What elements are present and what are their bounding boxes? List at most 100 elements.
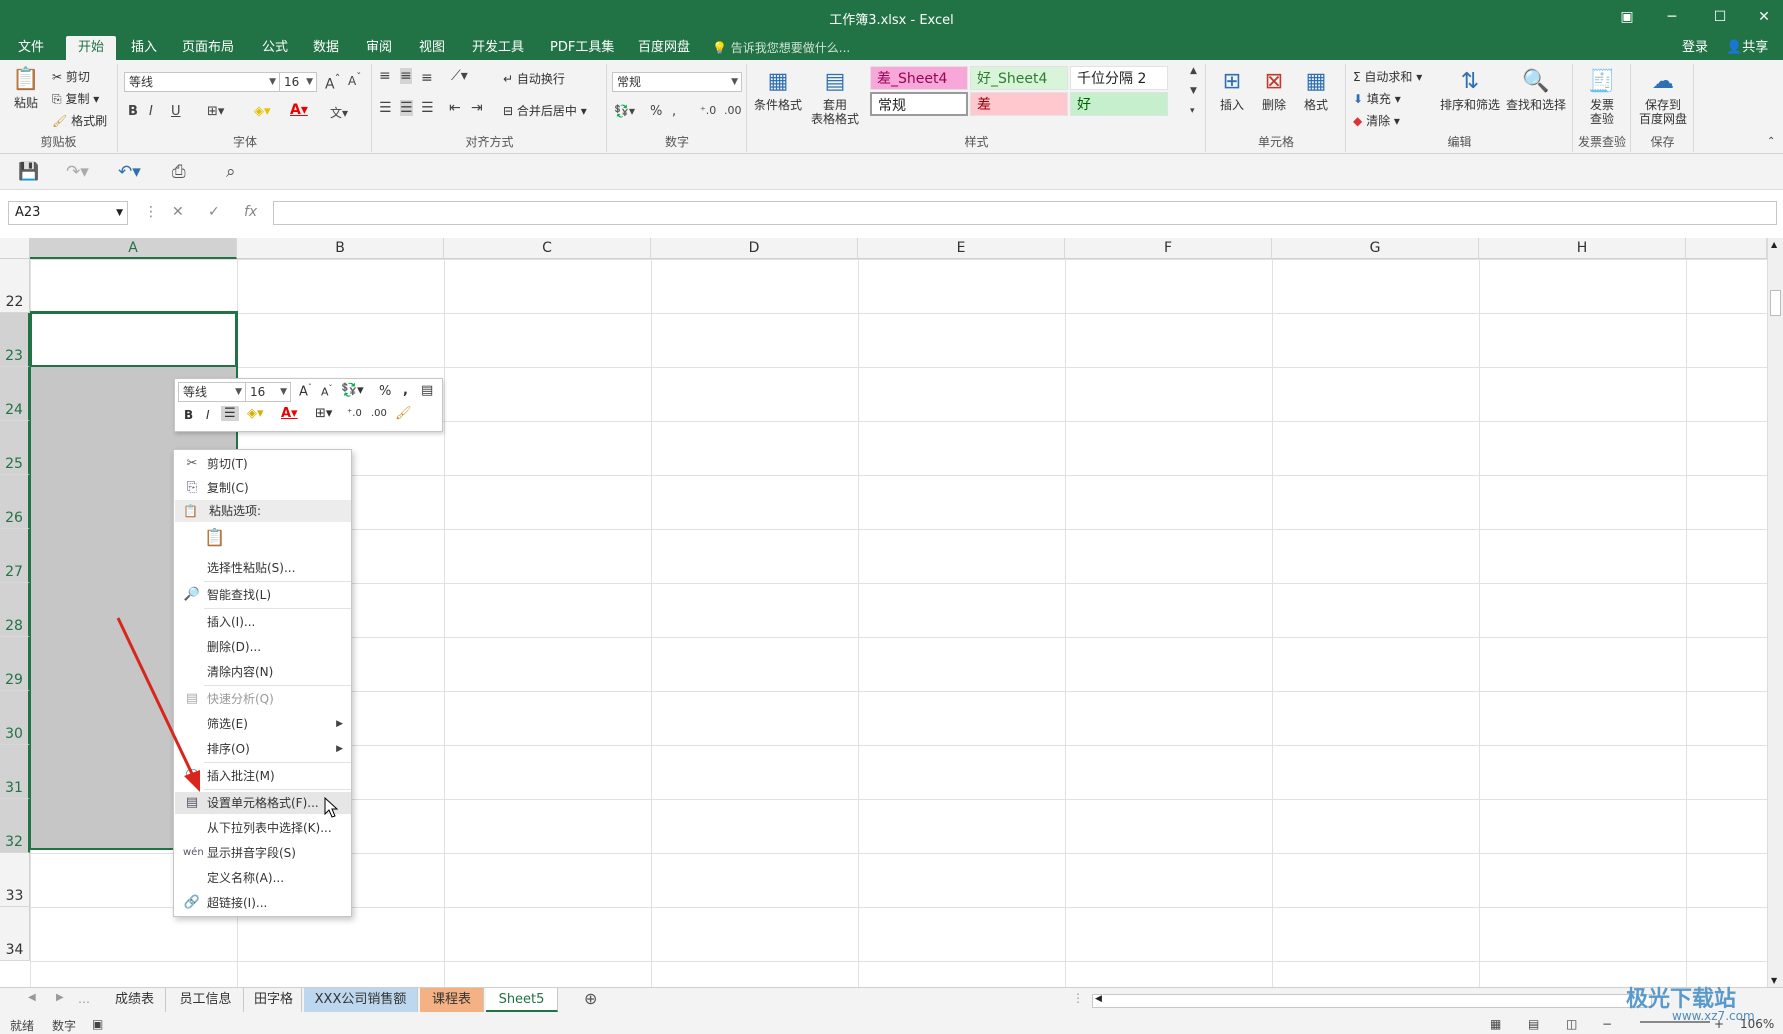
borders-icon[interactable]: ⊞▾: [207, 104, 224, 119]
column-header-partial[interactable]: [1686, 238, 1767, 259]
align-bottom-icon[interactable]: ≡: [421, 70, 433, 86]
ribbon-display-icon[interactable]: ▣: [1605, 4, 1649, 30]
mini-font-color-icon[interactable]: A▾: [281, 406, 298, 421]
sheet-tab-3[interactable]: XXX公司销售额: [304, 988, 418, 1012]
tell-me-box[interactable]: 💡 告诉我您想要做什么...: [712, 36, 850, 60]
increase-decimal-icon[interactable]: ⁺.0: [700, 104, 716, 117]
column-header-d[interactable]: D: [651, 238, 858, 259]
italic-button[interactable]: I: [149, 104, 153, 119]
row-header-31[interactable]: 31: [0, 745, 30, 799]
tab-view[interactable]: 视图: [407, 36, 457, 60]
split-handle-icon[interactable]: ⋮: [1072, 991, 1084, 1005]
column-header-a[interactable]: A: [30, 238, 237, 259]
find-select-button[interactable]: 🔍 查找和选择: [1505, 68, 1567, 112]
mini-italic-button[interactable]: I: [206, 408, 210, 422]
increase-font-icon[interactable]: Aˆ: [325, 72, 340, 93]
login-link[interactable]: 登录: [1682, 36, 1708, 60]
comma-icon[interactable]: ,: [672, 104, 676, 119]
cell-style-4[interactable]: 差: [970, 92, 1068, 116]
horizontal-scrollbar[interactable]: ◀: [1092, 994, 1652, 1008]
clear-button[interactable]: ◆ 清除 ▾: [1353, 112, 1400, 129]
merge-center-button[interactable]: ⊟ 合并后居中 ▾: [503, 102, 587, 119]
tab-file[interactable]: 文件: [6, 36, 56, 60]
bold-button[interactable]: B: [128, 104, 138, 119]
redo-icon[interactable]: ↷▾: [66, 162, 89, 182]
tab-insert[interactable]: 插入: [119, 36, 169, 60]
column-header-h[interactable]: H: [1479, 238, 1686, 259]
row-header-23[interactable]: 23: [0, 313, 30, 367]
column-header-f[interactable]: F: [1065, 238, 1272, 259]
row-header-33[interactable]: 33: [0, 853, 30, 907]
name-box[interactable]: A23 ▼: [8, 201, 128, 225]
table-format-button[interactable]: ▤ 套用 表格格式: [806, 68, 864, 126]
mini-currency-icon[interactable]: 💱▾: [341, 383, 364, 398]
conditional-format-button[interactable]: ▦ 条件格式: [752, 68, 804, 112]
align-middle-icon[interactable]: ≡: [400, 68, 412, 84]
mini-increase-decimal-icon[interactable]: ⁺.0: [347, 408, 362, 419]
cut-button[interactable]: ✂ 剪切: [52, 68, 90, 85]
fill-color-icon[interactable]: ◈▾: [254, 104, 271, 119]
format-cells-button[interactable]: ▦ 格式: [1297, 68, 1335, 112]
sheet-tab-4[interactable]: 课程表: [420, 988, 484, 1012]
row-header-25[interactable]: 25: [0, 421, 30, 475]
menu-item-insert[interactable]: 插入(I)...: [175, 611, 351, 633]
mini-increase-font-icon[interactable]: Aˆ: [299, 383, 312, 399]
menu-item-filter[interactable]: 筛选(E) ▶: [175, 713, 351, 735]
gallery-scroll-down-icon[interactable]: ▼: [1190, 86, 1197, 96]
maximize-button[interactable]: ☐: [1698, 4, 1742, 30]
tab-review[interactable]: 审阅: [354, 36, 404, 60]
tab-home[interactable]: 开始: [66, 36, 117, 60]
currency-icon[interactable]: 💱▾: [614, 104, 635, 118]
row-header-30[interactable]: 30: [0, 691, 30, 745]
row-header-32[interactable]: 32: [0, 799, 30, 853]
minimize-button[interactable]: ─: [1650, 4, 1694, 30]
sort-filter-button[interactable]: ⇅ 排序和筛选: [1439, 68, 1501, 112]
underline-button[interactable]: U: [171, 104, 181, 119]
percent-icon[interactable]: %: [650, 104, 662, 119]
normal-view-icon[interactable]: ▦: [1490, 1017, 1501, 1031]
print-preview-icon[interactable]: ⎙: [172, 162, 186, 182]
row-header-22[interactable]: 22: [0, 259, 30, 313]
tab-baidu-netdisk[interactable]: 百度网盘: [626, 36, 702, 60]
phonetic-icon[interactable]: 文▾: [330, 104, 348, 121]
paste-button[interactable]: 📋 粘贴: [6, 66, 46, 110]
copy-button[interactable]: ⎘ 复制 ▾: [52, 90, 99, 107]
menu-item-smart-lookup[interactable]: 🔎 智能查找(L): [175, 584, 351, 606]
decrease-decimal-icon[interactable]: .00: [724, 104, 742, 117]
gallery-more-icon[interactable]: ▾: [1190, 106, 1195, 116]
cell-style-2[interactable]: 千位分隔 2: [1070, 66, 1168, 90]
cancel-icon[interactable]: ✕: [172, 204, 184, 220]
menu-item-copy[interactable]: ⎘ 复制(C): [175, 477, 351, 499]
paste-option-button[interactable]: 📋: [204, 528, 226, 552]
scroll-down-icon[interactable]: ▼: [1771, 976, 1777, 985]
cell-style-1[interactable]: 好_Sheet4: [970, 66, 1068, 90]
zoom-preview-icon[interactable]: ⌕: [226, 162, 236, 182]
mini-fill-color-icon[interactable]: ◈▾: [247, 406, 264, 421]
macro-record-icon[interactable]: ▣: [92, 1017, 103, 1031]
undo-icon[interactable]: ↶▾: [118, 162, 141, 182]
column-header-c[interactable]: C: [444, 238, 651, 259]
row-header-28[interactable]: 28: [0, 583, 30, 637]
column-header-e[interactable]: E: [858, 238, 1065, 259]
menu-item-phonetic[interactable]: wén 显示拼音字段(S): [175, 842, 351, 864]
prev-sheet-icon[interactable]: ◀: [28, 992, 36, 1003]
sheet-tab-5[interactable]: Sheet5: [486, 988, 558, 1012]
font-color-icon[interactable]: A▾: [290, 102, 308, 118]
gallery-scroll-up-icon[interactable]: ▲: [1190, 66, 1197, 76]
mini-comma-icon[interactable]: ,: [403, 383, 408, 398]
new-sheet-icon[interactable]: ⊕: [584, 989, 597, 1008]
tab-formulas[interactable]: 公式: [250, 36, 300, 60]
mini-decrease-font-icon[interactable]: Aˇ: [321, 384, 333, 399]
cell-style-0[interactable]: 差_Sheet4: [870, 66, 968, 90]
enter-icon[interactable]: ✓: [208, 204, 220, 220]
mini-font-combo[interactable]: 等线 ▼: [178, 382, 246, 402]
menu-item-cut[interactable]: ✂ 剪切(T): [175, 453, 351, 475]
active-cell[interactable]: [30, 312, 237, 367]
mini-format-painter-icon[interactable]: 🖌: [395, 406, 412, 421]
sheet-tab-2[interactable]: 田字格: [246, 988, 302, 1012]
menu-item-delete[interactable]: 删除(D)...: [175, 636, 351, 658]
align-top-icon[interactable]: ≡: [379, 68, 391, 84]
tab-pdf-tools[interactable]: PDF工具集: [538, 36, 626, 60]
row-header-29[interactable]: 29: [0, 637, 30, 691]
scroll-left-icon[interactable]: ◀: [1095, 994, 1102, 1004]
